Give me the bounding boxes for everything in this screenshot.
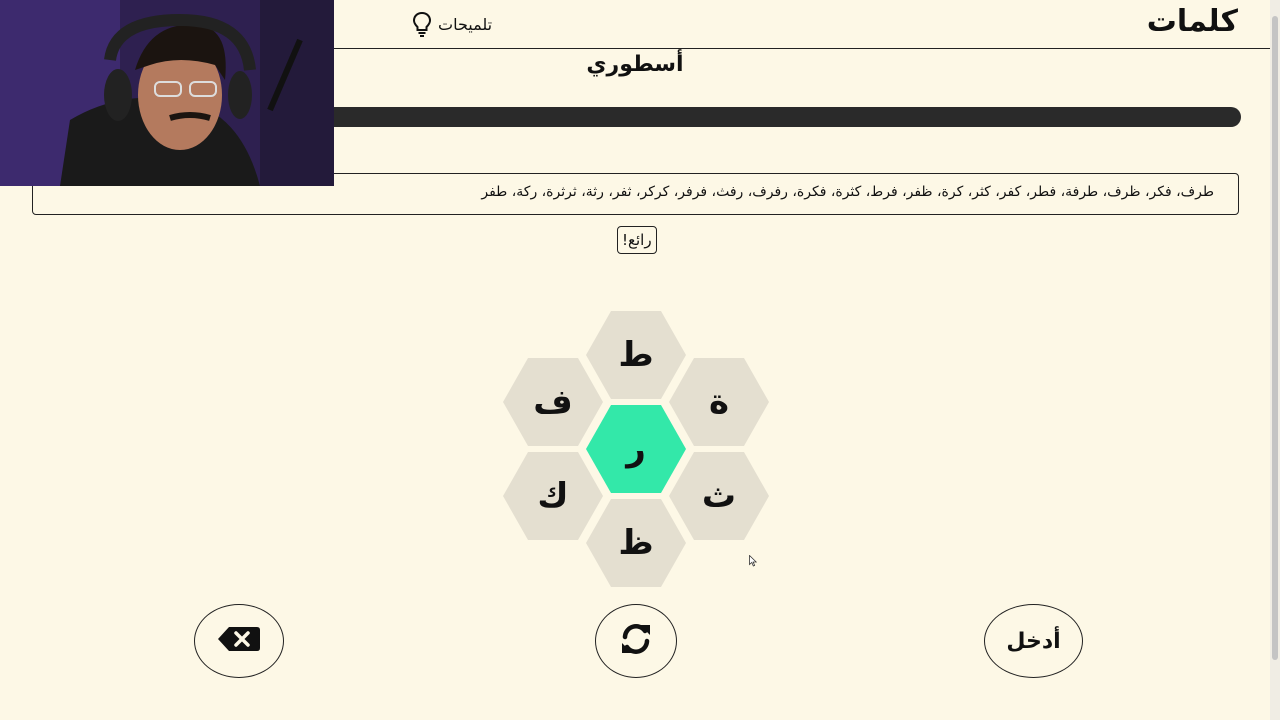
refresh-icon [619, 622, 653, 660]
center-letter-hex[interactable]: ر [586, 405, 686, 493]
webcam-overlay [0, 0, 334, 186]
letter-hex-lower-left[interactable]: ك [503, 452, 603, 540]
hints-button[interactable]: تلميحات [412, 10, 492, 38]
letter-hex-upper-left[interactable]: ف [503, 358, 603, 446]
letter-hex-upper-right[interactable]: ة [669, 358, 769, 446]
letter-hex-top[interactable]: ط [586, 311, 686, 399]
letter-hex-bottom[interactable]: ظ [586, 499, 686, 587]
delete-button[interactable] [194, 604, 284, 678]
backspace-icon [217, 626, 261, 656]
page-scrollbar[interactable] [1270, 0, 1280, 720]
feedback-toast: رائع! [617, 226, 657, 254]
mouse-cursor-icon [749, 552, 758, 571]
app-logo[interactable]: كلمات [1147, 4, 1239, 39]
enter-label: أدخل [1006, 628, 1061, 654]
scrollbar-thumb[interactable] [1272, 16, 1278, 660]
enter-button[interactable]: أدخل [984, 604, 1083, 678]
letter-hex-lower-right[interactable]: ث [669, 452, 769, 540]
hints-label: تلميحات [438, 14, 493, 34]
shuffle-button[interactable] [595, 604, 677, 678]
lightbulb-icon [412, 11, 432, 37]
rank-title: أسطوري [586, 52, 684, 77]
